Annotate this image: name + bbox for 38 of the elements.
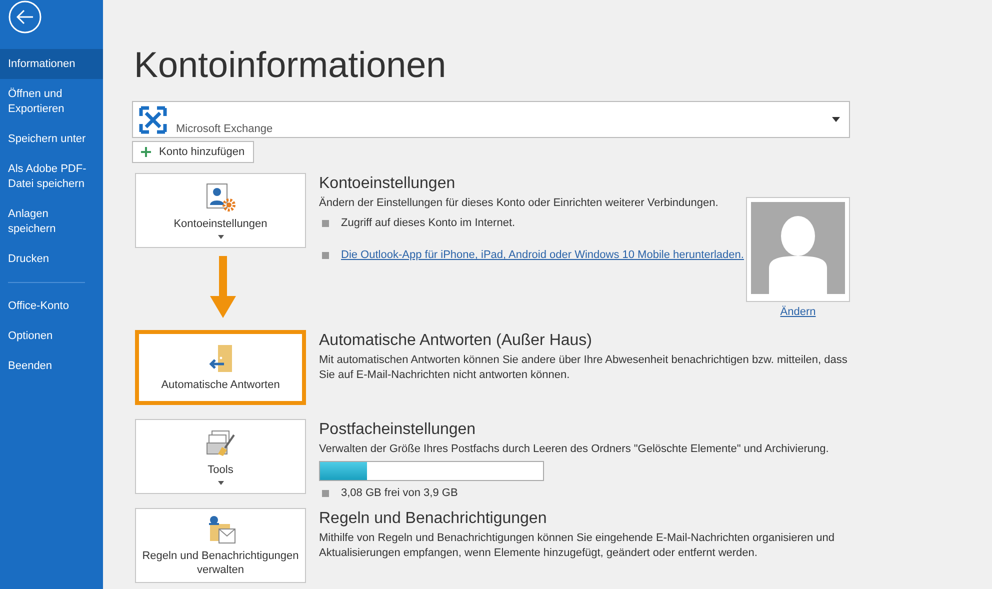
bullet-icon bbox=[322, 220, 329, 226]
bullet-icon bbox=[322, 490, 329, 496]
sidebar-item[interactable]: Öffnen und Exportieren bbox=[0, 79, 103, 124]
sidebar-item[interactable]: Anlagen speichern bbox=[0, 199, 103, 244]
section-title: Postfacheinstellungen bbox=[319, 421, 477, 439]
section-description: Verwalten der Größe Ihres Postfachs durch Leeren des Ordners "Gelöschte Elemente" und Archivierung. bbox=[319, 442, 830, 457]
sidebar-item[interactable]: Drucken bbox=[0, 244, 103, 274]
section-description: Ändern der Einstellungen für dieses Konto oder Einrichten weiterer Verbindungen. bbox=[319, 196, 720, 211]
action-button[interactable]: Automatische Antworten bbox=[135, 330, 306, 405]
download-link[interactable]: Die Outlook-App für iPhone, iPad, Android oder Windows 10 Mobile herunterladen. bbox=[341, 249, 744, 261]
section-description: Mithilfe von Regeln und Benachrichtigungen können Sie eingehende E-Mail-Nachrichten organisieren und Aktualisierungen empfangen, wenn Elemente hinzugefügt, geändert oder entfernt werden. bbox=[319, 531, 836, 561]
action-button[interactable]: Tools bbox=[135, 419, 306, 494]
change-picture-link[interactable]: Ändern bbox=[780, 306, 816, 318]
action-button[interactable]: Kontoeinstellungen bbox=[135, 173, 306, 248]
back-button[interactable] bbox=[8, 0, 42, 34]
section-description: Mit automatischen Antworten können Sie andere über Ihre Abwesenheit benachrichtigen bzw. mitteilen, dass Sie auf E-Mail-Nachrichten nicht antworten können. bbox=[319, 353, 848, 383]
sidebar-item[interactable]: Beenden bbox=[0, 351, 103, 381]
section-title: Automatische Antworten (Außer Haus) bbox=[319, 332, 594, 350]
section-title: Regeln und Benachrichtigungen bbox=[319, 510, 548, 528]
bullet-icon bbox=[322, 252, 329, 258]
account-dropdown[interactable]: Microsoft Exchange bbox=[132, 101, 850, 138]
sidebar-item[interactable]: Informationen bbox=[0, 49, 103, 79]
account-settings-icon bbox=[206, 182, 236, 212]
section-title: Kontoeinstellungen bbox=[319, 175, 456, 193]
exchange-logo-icon bbox=[138, 104, 168, 134]
sidebar-item[interactable]: Optionen bbox=[0, 321, 103, 351]
add-account-button[interactable]: Konto hinzufügen bbox=[132, 141, 254, 163]
plus-icon bbox=[141, 147, 151, 157]
person-silhouette-icon bbox=[751, 202, 845, 294]
mailbox-broom-icon bbox=[206, 428, 236, 458]
bullet-text: Zugriff auf dieses Konto im Internet. bbox=[341, 217, 516, 229]
sidebar-item[interactable]: Speichern unter bbox=[0, 124, 103, 154]
action-button[interactable]: Regeln und Benachrichtigungen verwalten bbox=[135, 508, 306, 583]
dropdown-caret-icon bbox=[832, 117, 840, 122]
page-title: Kontoinformationen bbox=[134, 45, 448, 85]
sidebar-item[interactable]: Office-Konto bbox=[0, 291, 103, 321]
bullet-text: 3,08 GB frei von 3,9 GB bbox=[341, 487, 458, 499]
sidebar-item[interactable]: Als Adobe PDF-Datei speichern bbox=[0, 154, 103, 199]
